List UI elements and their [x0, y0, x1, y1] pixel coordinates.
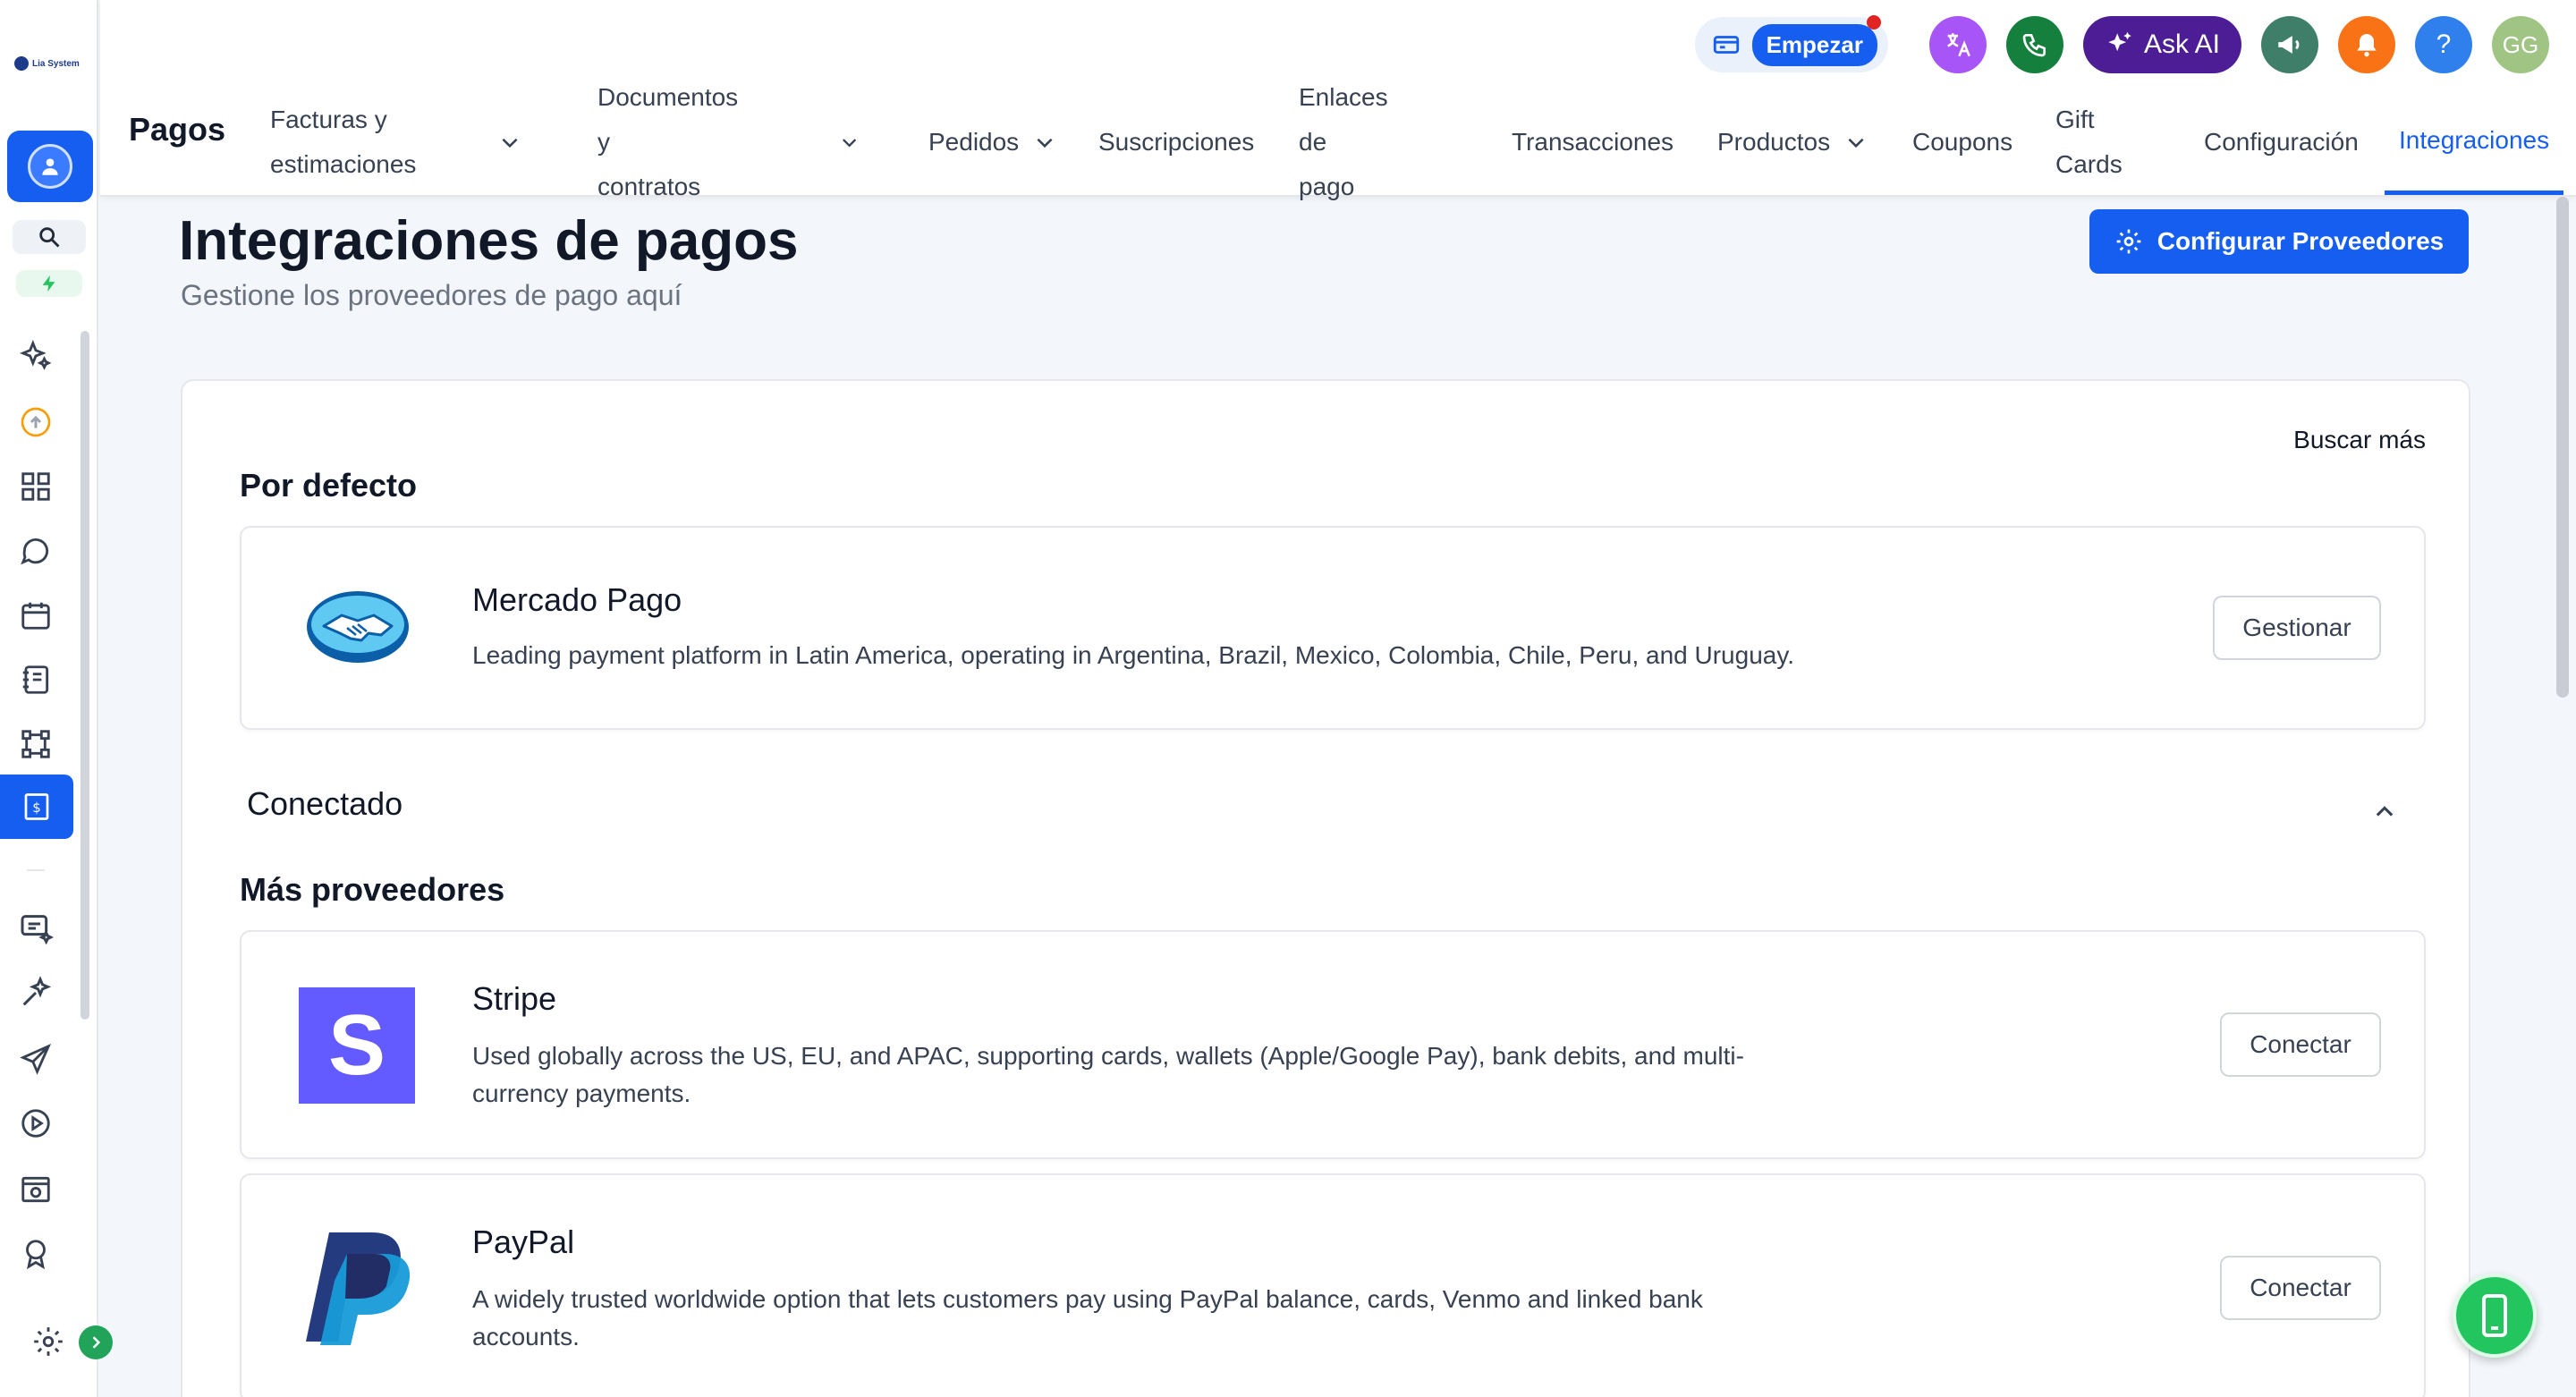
- sidebar-divider: [27, 869, 45, 871]
- chevron-up-icon[interactable]: [2372, 800, 2397, 825]
- ask-ai-button[interactable]: Ask AI: [2082, 16, 2241, 73]
- tab-transactions[interactable]: Transacciones: [1512, 89, 1674, 195]
- gear-icon: [34, 1327, 63, 1356]
- page-scrollbar[interactable]: [2556, 197, 2569, 698]
- card-icon: [1713, 36, 1739, 54]
- dashboard-grid-icon[interactable]: [13, 463, 59, 510]
- stripe-logo: S: [299, 987, 415, 1104]
- svg-text:$: $: [32, 800, 41, 816]
- get-started-pill[interactable]: Empezar: [1694, 15, 1888, 72]
- calendar-icon[interactable]: [13, 592, 59, 639]
- search-icon: [39, 227, 60, 248]
- tab-products[interactable]: Productos: [1717, 89, 1868, 195]
- more-providers-section-title: Más proveedores: [240, 871, 505, 908]
- left-sidebar: Lia System $: [0, 0, 113, 1397]
- quick-actions-button[interactable]: [16, 270, 82, 297]
- tab-coupons[interactable]: Coupons: [1912, 89, 2012, 195]
- upload-cloud-icon[interactable]: [13, 399, 59, 445]
- provider-card-mercado-pago: Mercado Pago Leading payment platform in…: [240, 526, 2426, 730]
- sidebar-search-button[interactable]: [13, 220, 86, 254]
- announcements-button[interactable]: [2261, 16, 2318, 73]
- tab-payment-links[interactable]: Enlaces de pago: [1299, 83, 1388, 200]
- provider-description: Leading payment platform in Latin Americ…: [472, 641, 1795, 669]
- phone-button[interactable]: [2005, 16, 2063, 73]
- help-icon: ?: [2436, 30, 2452, 59]
- stripe-logo-letter: S: [327, 997, 386, 1093]
- notifications-button[interactable]: [2338, 16, 2395, 73]
- configure-providers-label: Configurar Proveedores: [2157, 227, 2445, 255]
- integrations-card: Buscar más Por defecto Mercado Pago Lead…: [181, 379, 2470, 1397]
- chevron-down-icon: [1848, 138, 1864, 148]
- start-button[interactable]: Empezar: [1751, 23, 1877, 66]
- topbar-actions: Empezar Ask AI ? GG: [1694, 15, 2549, 73]
- user-avatar[interactable]: GG: [2492, 16, 2549, 73]
- bell-icon: [2357, 34, 2377, 57]
- settings-button[interactable]: [27, 1320, 70, 1363]
- chevron-right-icon: [92, 1336, 101, 1349]
- chevron-down-icon: [502, 138, 518, 148]
- configure-providers-button[interactable]: Configurar Proveedores: [2089, 209, 2469, 274]
- ai-agents-icon[interactable]: [13, 969, 59, 1016]
- provider-description: Used globally across the US, EU, and APA…: [472, 1042, 1744, 1107]
- sidebar-scrollbar[interactable]: [80, 331, 89, 1020]
- search-more-link[interactable]: Buscar más: [2293, 426, 2426, 454]
- logo-mark-icon: [14, 56, 29, 71]
- help-button[interactable]: ?: [2415, 16, 2472, 73]
- phone-device-icon: [2482, 1294, 2507, 1337]
- payments-icon: $: [24, 793, 49, 820]
- phone-icon: [2022, 34, 2046, 57]
- user-icon: [28, 144, 72, 189]
- provider-description: A widely trusted worldwide option that l…: [472, 1285, 1703, 1350]
- chat-icon[interactable]: [13, 528, 59, 574]
- mobile-app-button[interactable]: [2453, 1274, 2537, 1358]
- sidebar-item-payments[interactable]: $: [0, 775, 73, 839]
- provider-name: Mercado Pago: [472, 581, 682, 618]
- logo-text: Lia System: [32, 58, 80, 69]
- ask-ai-label: Ask AI: [2143, 30, 2220, 59]
- reputation-icon[interactable]: [13, 1231, 59, 1277]
- megaphone-icon: [2278, 36, 2300, 54]
- tab-settings[interactable]: Configuración: [2204, 89, 2359, 195]
- top-bar: Empezar Ask AI ? GG Pagos Facturas y est…: [100, 0, 2576, 200]
- provider-name: PayPal: [472, 1223, 575, 1260]
- chevron-down-icon: [1037, 138, 1053, 148]
- video-icon[interactable]: [13, 1100, 59, 1147]
- workflow-icon[interactable]: [13, 721, 59, 767]
- company-logo[interactable]: Lia System: [14, 54, 84, 73]
- paypal-logo: [299, 1227, 417, 1353]
- tab-subscriptions[interactable]: Suscripciones: [1098, 89, 1254, 195]
- translate-icon: [1947, 33, 1970, 57]
- lightning-icon: [42, 275, 55, 292]
- mercado-pago-logo: [304, 588, 411, 670]
- manage-button[interactable]: Gestionar: [2213, 596, 2381, 660]
- notification-dot: [1866, 15, 1881, 30]
- contacts-book-icon[interactable]: [13, 656, 59, 703]
- connect-button[interactable]: Conectar: [2220, 1256, 2381, 1320]
- provider-card-paypal: PayPal A widely trusted worldwide option…: [240, 1173, 2426, 1397]
- account-switcher[interactable]: [7, 131, 93, 202]
- send-icon[interactable]: [13, 1036, 59, 1082]
- page-subtitle: Gestione los proveedores de pago aquí: [181, 279, 682, 311]
- expand-sidebar-button[interactable]: [79, 1325, 113, 1359]
- section-title: Pagos: [129, 111, 226, 148]
- connected-section-title: Conectado: [247, 785, 403, 822]
- gear-icon: [2116, 229, 2141, 254]
- sparkle-icon: [2108, 31, 2131, 52]
- tab-orders[interactable]: Pedidos: [928, 89, 1056, 195]
- tab-gift-cards[interactable]: Gift Cards: [2055, 89, 2123, 195]
- default-section-title: Por defecto: [240, 467, 418, 504]
- tab-integrations[interactable]: Integraciones: [2385, 89, 2564, 195]
- chevron-down-icon: [842, 139, 857, 148]
- sparkles-icon[interactable]: [13, 333, 59, 379]
- connect-button[interactable]: Conectar: [2220, 1012, 2381, 1077]
- tab-documents[interactable]: Documentos y contratos: [597, 83, 860, 200]
- page-title: Integraciones de pagos: [179, 210, 799, 272]
- provider-card-stripe: S Stripe Used globally across the US, EU…: [240, 930, 2426, 1159]
- tab-invoices[interactable]: Facturas y estimaciones: [270, 89, 521, 195]
- translate-button[interactable]: [1928, 16, 1987, 73]
- marketing-icon[interactable]: [13, 905, 59, 952]
- website-icon[interactable]: [13, 1166, 59, 1213]
- provider-name: Stripe: [472, 980, 557, 1017]
